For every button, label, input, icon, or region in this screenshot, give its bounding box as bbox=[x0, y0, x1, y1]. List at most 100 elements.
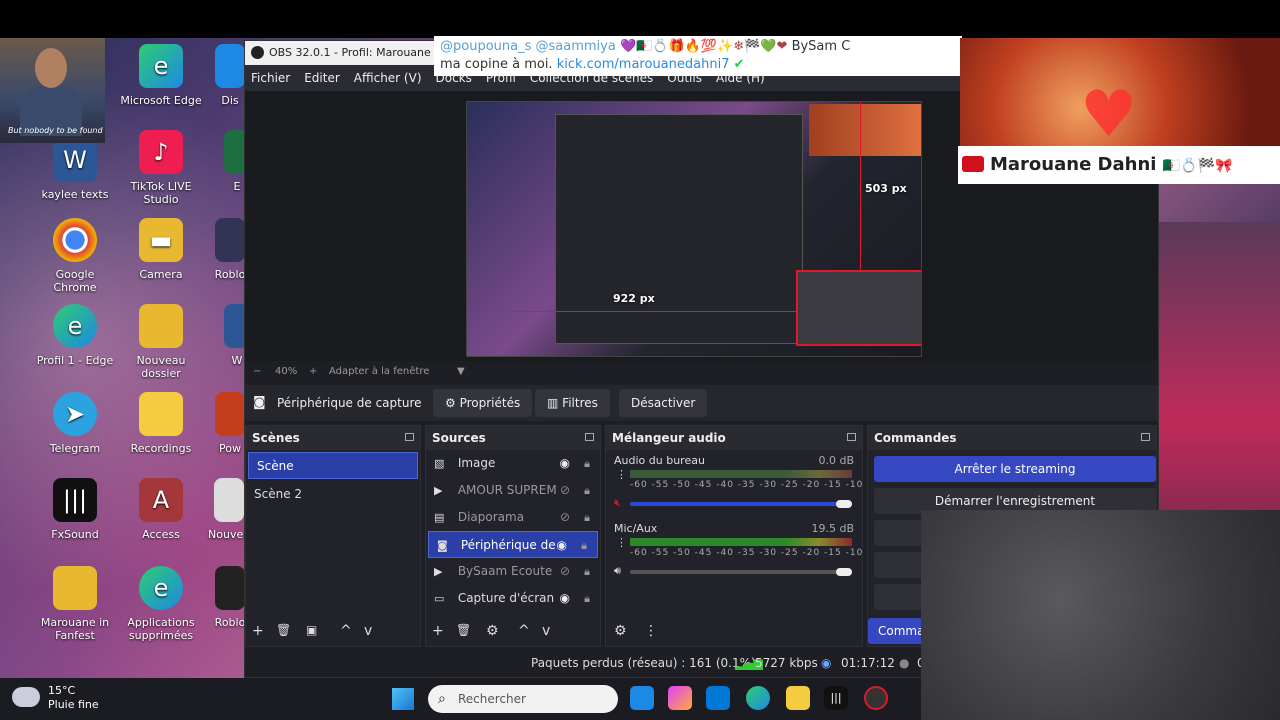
source-item-capture-device[interactable]: ◙ Périphérique de ◉ 🔒︎ bbox=[428, 531, 598, 558]
zoom-in-button[interactable]: + bbox=[309, 361, 317, 383]
desktop-icon-kaylee-texts[interactable]: W kaylee texts bbox=[34, 138, 116, 201]
menu-editer[interactable]: Editer bbox=[304, 65, 340, 91]
webcam-caption: But nobody to be found bbox=[8, 126, 103, 135]
speaker-icon[interactable]: 🔊︎ bbox=[614, 564, 621, 578]
heart-icon: ♥ bbox=[1080, 78, 1138, 152]
outlook-icon[interactable] bbox=[706, 686, 730, 710]
move-source-up-button[interactable]: ^ bbox=[518, 623, 530, 639]
desktop-icon-fxsound[interactable]: ||| FxSound bbox=[34, 478, 116, 541]
eye-icon[interactable]: ◉ bbox=[560, 585, 570, 612]
source-label: BySaam Ecoute bbox=[457, 564, 553, 578]
edge-icon: e bbox=[139, 44, 183, 88]
source-item-amour[interactable]: ▶ AMOUR SUPREM ⊘ 🔒︎ bbox=[426, 477, 600, 504]
mixer-menu-button[interactable]: ⋮ bbox=[644, 623, 658, 639]
source-item-image[interactable]: ▧ Image ◉ 🔒︎ bbox=[426, 450, 600, 477]
move-source-down-button[interactable]: v bbox=[542, 623, 550, 639]
desktop-icon-nouveau-dossier[interactable]: Nouveau dossier bbox=[120, 304, 202, 380]
scene-item[interactable]: Scène 2 bbox=[246, 481, 420, 508]
remove-scene-button[interactable]: 🗑 bbox=[276, 623, 291, 637]
chat-link[interactable]: kick.com/marouanedahni7 bbox=[557, 57, 730, 72]
mixer-settings-button[interactable]: ⚙ bbox=[614, 623, 627, 639]
volume-slider[interactable] bbox=[630, 568, 852, 576]
move-scene-up-button[interactable]: ^ bbox=[340, 623, 352, 639]
add-scene-button[interactable]: + bbox=[252, 623, 264, 639]
obs-taskbar-icon[interactable] bbox=[864, 686, 888, 710]
lock-icon[interactable]: 🔒︎ bbox=[584, 477, 590, 504]
desktop-icon-telegram[interactable]: ➤ Telegram bbox=[34, 392, 116, 455]
stop-streaming-button[interactable]: Arrêter le streaming bbox=[874, 456, 1156, 482]
deactivate-button[interactable]: Désactiver bbox=[619, 389, 708, 417]
zoom-dropdown-icon[interactable]: ▼ bbox=[457, 361, 465, 383]
file-explorer-icon[interactable] bbox=[786, 686, 810, 710]
zoom-out-button[interactable]: − bbox=[253, 361, 261, 383]
desktop-icon-marouane-fanfest[interactable]: Marouane in Fanfest bbox=[34, 566, 116, 642]
lock-icon[interactable]: 🔒︎ bbox=[584, 585, 590, 612]
desktop-icon-chrome[interactable]: Google Chrome bbox=[34, 218, 116, 294]
source-item-screen-capture[interactable]: ▭ Capture d'écran ◉ 🔒︎ bbox=[426, 585, 600, 612]
fxsound-icon[interactable]: ||| bbox=[824, 686, 848, 710]
move-scene-down-button[interactable]: v bbox=[364, 623, 372, 639]
remove-source-button[interactable]: 🗑 bbox=[456, 623, 471, 637]
eye-hidden-icon[interactable]: ⊘ bbox=[560, 477, 570, 504]
preview-canvas[interactable]: 922 px 503 px bbox=[466, 101, 922, 357]
desktop-icon-profil-edge[interactable]: e Profil 1 - Edge bbox=[34, 304, 116, 367]
webcam-person-face bbox=[35, 48, 67, 88]
channel-menu-icon[interactable]: ⋮ bbox=[616, 536, 627, 549]
scene-item[interactable]: Scène bbox=[248, 452, 418, 479]
zoom-level: 40% bbox=[275, 366, 298, 377]
undock-icon[interactable] bbox=[1141, 433, 1150, 441]
volume-slider[interactable] bbox=[630, 500, 852, 508]
channel-menu-icon[interactable]: ⋮ bbox=[616, 468, 627, 481]
volume-slider-knob[interactable] bbox=[836, 500, 852, 508]
lock-icon[interactable]: 🔒︎ bbox=[584, 450, 590, 477]
windows-start-icon[interactable] bbox=[392, 688, 414, 710]
lock-icon[interactable]: 🔒︎ bbox=[581, 532, 587, 559]
scene-filters-button[interactable]: ▣ bbox=[306, 623, 317, 637]
desktop-icon-edge[interactable]: e Microsoft Edge bbox=[120, 44, 202, 107]
edge-icon[interactable] bbox=[746, 686, 770, 710]
properties-button[interactable]: ⚙ Propriétés bbox=[433, 389, 533, 417]
lock-icon[interactable]: 🔒︎ bbox=[584, 504, 590, 531]
desktop-icon-tiktok-live[interactable]: ♪ TikTok LIVE Studio bbox=[120, 130, 202, 206]
fit-to-window-button[interactable]: Adapter à la fenêtre bbox=[329, 361, 429, 383]
folder-icon bbox=[139, 392, 183, 436]
source-item-bysaam[interactable]: ▶ BySaam Ecoute ⊘ 🔒︎ bbox=[426, 558, 600, 585]
preview-selected-source[interactable] bbox=[796, 270, 921, 346]
eye-hidden-icon[interactable]: ⊘ bbox=[560, 558, 570, 585]
source-item-diaporama[interactable]: ▤ Diaporama ⊘ 🔒︎ bbox=[426, 504, 600, 531]
source-label: Image bbox=[457, 456, 496, 470]
source-label: Périphérique de bbox=[460, 538, 556, 552]
desktop-icon-camera[interactable]: ▬ Camera bbox=[120, 218, 202, 281]
desktop-icon-applications-supprimees[interactable]: e Applications supprimées bbox=[120, 566, 202, 642]
add-source-button[interactable]: + bbox=[432, 623, 444, 639]
dropped-frames: Paquets perdus (réseau) : 161 (0.1%) bbox=[531, 656, 756, 670]
menu-afficher[interactable]: Afficher (V) bbox=[354, 65, 422, 91]
weather-widget[interactable]: 15°C Pluie fine bbox=[48, 684, 99, 712]
eye-hidden-icon[interactable]: ⊘ bbox=[560, 504, 570, 531]
copilot-icon[interactable] bbox=[668, 686, 692, 710]
desktop-icon-recordings[interactable]: Recordings bbox=[120, 392, 202, 455]
mixer-channel-mic: Mic/Aux 19.5 dB ⋮ -60 -55 -50 -45 -40 -3… bbox=[606, 518, 888, 586]
folder-icon bbox=[53, 566, 97, 610]
eye-icon[interactable]: ◉ bbox=[560, 450, 570, 477]
flag-icon bbox=[962, 156, 984, 172]
volume-slider-knob[interactable] bbox=[836, 568, 852, 576]
source-properties-button[interactable]: ⚙ bbox=[486, 623, 499, 639]
eye-icon[interactable]: ◉ bbox=[557, 532, 567, 559]
undock-icon[interactable] bbox=[405, 433, 414, 441]
roblox-icon bbox=[215, 218, 245, 262]
app-icon-1[interactable] bbox=[630, 686, 654, 710]
telegram-icon: ➤ bbox=[53, 392, 97, 436]
menu-fichier[interactable]: Fichier bbox=[251, 65, 290, 91]
verified-icon: ✔ bbox=[733, 57, 745, 72]
speaker-muted-icon[interactable]: 🔇︎ bbox=[614, 496, 621, 510]
lock-icon[interactable]: 🔒︎ bbox=[584, 558, 590, 585]
taskbar-search[interactable]: ⌕ Rechercher bbox=[428, 685, 618, 713]
desktop-icon-access[interactable]: A Access bbox=[120, 478, 202, 541]
undock-icon[interactable] bbox=[847, 433, 856, 441]
filters-button[interactable]: ▥ Filtres bbox=[535, 389, 610, 417]
access-icon: A bbox=[139, 478, 183, 522]
undock-icon[interactable] bbox=[585, 433, 594, 441]
channel-name: Mic/Aux bbox=[614, 522, 658, 535]
weather-condition: Pluie fine bbox=[48, 698, 99, 711]
